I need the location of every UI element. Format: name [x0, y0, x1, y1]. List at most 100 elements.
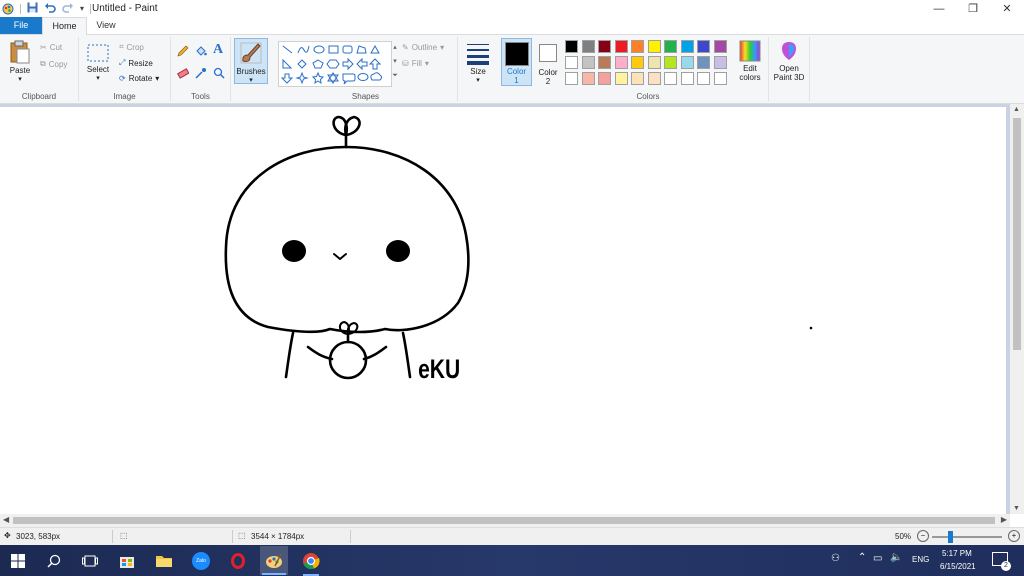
palette-swatch[interactable]: [647, 40, 661, 53]
file-explorer-button[interactable]: [154, 551, 174, 571]
zoom-out-icon[interactable]: −: [917, 530, 929, 542]
zoom-in-icon[interactable]: +: [1008, 530, 1020, 542]
save-icon[interactable]: [27, 2, 38, 15]
palette-swatch[interactable]: [713, 56, 727, 69]
cut-button[interactable]: ✂ Cut: [40, 43, 62, 52]
people-icon[interactable]: ⚇: [831, 553, 840, 564]
palette-swatch[interactable]: [581, 56, 595, 69]
edit-colors-button[interactable]: Edit colors: [733, 40, 767, 82]
show-hidden-icons[interactable]: ⌃: [858, 552, 866, 563]
palette-swatch[interactable]: [631, 40, 644, 53]
opera-app-button[interactable]: [228, 551, 248, 571]
palette-swatch[interactable]: [614, 72, 628, 85]
zoom-slider[interactable]: [932, 531, 1002, 543]
task-view-button[interactable]: [80, 551, 100, 571]
select-dropdown-icon[interactable]: ▾: [83, 74, 113, 82]
palette-swatch[interactable]: [647, 56, 661, 69]
tab-home[interactable]: Home: [42, 17, 87, 35]
eraser-icon[interactable]: [176, 67, 190, 81]
crop-button[interactable]: ⌗ Crop: [119, 42, 144, 52]
palette-swatch[interactable]: [680, 56, 694, 69]
zalo-app-button[interactable]: Zalo: [191, 551, 211, 571]
palette-swatch[interactable]: [598, 72, 611, 85]
palette-swatch[interactable]: [614, 40, 628, 53]
redo-icon[interactable]: [62, 2, 74, 15]
color2-button[interactable]: Color 2: [533, 41, 563, 86]
restore-button[interactable]: ❐: [956, 0, 990, 17]
quick-access-toolbar: ▾: [2, 2, 92, 15]
palette-swatch[interactable]: [631, 72, 644, 85]
palette-swatch[interactable]: [581, 40, 595, 53]
copy-button[interactable]: ⧉ Copy: [40, 59, 67, 69]
palette-swatch[interactable]: [664, 40, 677, 53]
paint-app-icon[interactable]: [2, 3, 14, 15]
volume-icon[interactable]: 🔈: [890, 552, 902, 563]
brushes-button[interactable]: Brushes ▾: [234, 38, 268, 84]
horizontal-scrollbar[interactable]: ◀ ▶: [0, 514, 1010, 527]
outline-button[interactable]: ✎ Outline ▾: [402, 43, 444, 52]
vertical-scrollbar[interactable]: ▲ ▼: [1010, 104, 1024, 514]
scroll-right-icon[interactable]: ▶: [1001, 515, 1007, 524]
diamond-shape-icon: [297, 59, 307, 69]
minimize-button[interactable]: —: [922, 0, 956, 17]
palette-swatch[interactable]: [697, 72, 710, 85]
image-group: Select ▾ ⌗ Crop ⤢ Resize ⟳ Rotate ▾ Image: [79, 37, 171, 101]
palette-swatch[interactable]: [614, 56, 628, 69]
tab-view[interactable]: View: [88, 17, 124, 34]
color1-button[interactable]: Color 1: [501, 38, 532, 86]
palette-swatch[interactable]: [565, 40, 578, 53]
palette-swatch[interactable]: [565, 56, 578, 69]
tab-file[interactable]: File: [0, 17, 42, 34]
close-button[interactable]: ✕: [990, 0, 1024, 17]
palette-swatch[interactable]: [713, 40, 727, 53]
customize-qat-icon[interactable]: ▾: [80, 4, 84, 13]
palette-swatch[interactable]: [631, 56, 644, 69]
zoom-slider-thumb[interactable]: [947, 531, 953, 543]
shapes-gallery[interactable]: [278, 41, 392, 87]
open-paint3d-button[interactable]: Open Paint 3D: [770, 40, 808, 82]
palette-swatch[interactable]: [664, 56, 677, 69]
palette-swatch[interactable]: [697, 40, 710, 53]
palette-swatch[interactable]: [664, 72, 677, 85]
palette-swatch[interactable]: [598, 40, 611, 53]
cursor-position: 3023, 583px: [16, 532, 61, 541]
size-button[interactable]: Size ▾: [462, 41, 494, 84]
start-button[interactable]: [8, 551, 28, 571]
palette-swatch[interactable]: [713, 72, 727, 85]
palette-swatch[interactable]: [680, 40, 694, 53]
language-indicator[interactable]: ENG: [912, 555, 929, 564]
palette-swatch[interactable]: [680, 72, 694, 85]
text-tool-icon[interactable]: A: [213, 42, 223, 58]
rotate-button[interactable]: ⟳ Rotate ▾: [119, 74, 159, 83]
clock-date[interactable]: 6/15/2021: [940, 562, 976, 571]
palette-swatch[interactable]: [598, 56, 611, 69]
drawing: eKU: [224, 115, 813, 385]
scroll-down-icon[interactable]: ▼: [1013, 505, 1020, 512]
vertical-scroll-thumb[interactable]: [1013, 118, 1021, 350]
select-button[interactable]: Select ▾: [83, 43, 113, 82]
horizontal-scroll-thumb[interactable]: [13, 517, 995, 524]
paste-button[interactable]: Paste ▾: [4, 40, 36, 83]
chrome-app-button[interactable]: [301, 551, 321, 576]
shapes-scroll[interactable]: ▴ ▾ ⏷: [391, 41, 399, 85]
battery-icon[interactable]: ▭: [873, 553, 882, 564]
drawing-canvas[interactable]: eKU: [0, 107, 1006, 514]
palette-swatch[interactable]: [647, 72, 661, 85]
paint-app-button[interactable]: [260, 546, 288, 575]
clock-time[interactable]: 5:17 PM: [942, 549, 972, 558]
color-picker-icon[interactable]: [195, 67, 207, 81]
store-app-button[interactable]: [117, 551, 137, 571]
palette-swatch[interactable]: [581, 72, 595, 85]
paste-dropdown-icon[interactable]: ▾: [4, 75, 36, 83]
scroll-left-icon[interactable]: ◀: [3, 515, 9, 524]
fill-bucket-icon[interactable]: [195, 45, 207, 59]
palette-swatch[interactable]: [697, 56, 710, 69]
search-button[interactable]: [44, 551, 64, 571]
palette-swatch[interactable]: [565, 72, 578, 85]
fill-button[interactable]: ⛁ Fill ▾: [402, 59, 429, 68]
resize-button[interactable]: ⤢ Resize: [119, 58, 153, 68]
undo-icon[interactable]: [44, 2, 56, 15]
pencil-icon[interactable]: [177, 45, 189, 59]
magnifier-icon[interactable]: [213, 67, 225, 81]
scroll-up-icon[interactable]: ▲: [1013, 106, 1020, 113]
